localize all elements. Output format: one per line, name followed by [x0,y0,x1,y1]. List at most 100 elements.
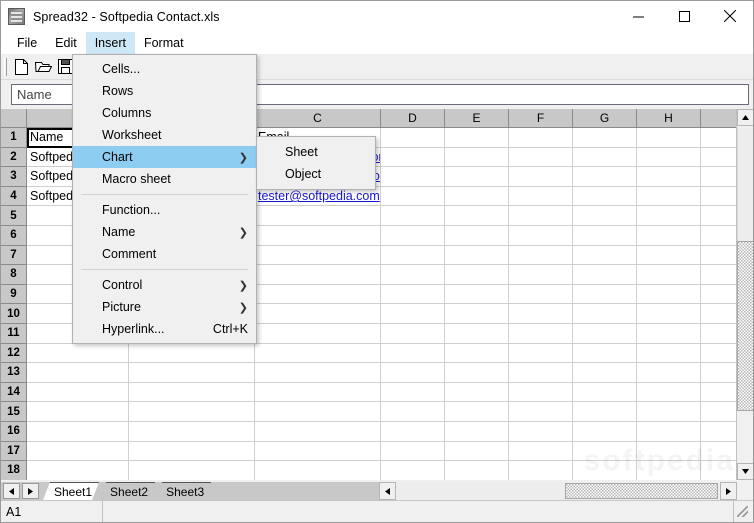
cell-H14[interactable] [637,382,701,403]
menu-item-macro-sheet[interactable]: Macro sheet [73,168,256,190]
cell-E17[interactable] [445,441,509,462]
vscroll-track[interactable] [737,127,753,241]
cell-G8[interactable] [573,265,637,285]
cell-G13[interactable] [573,363,637,383]
submenu-item-sheet[interactable]: Sheet [257,141,375,163]
scroll-left-icon[interactable] [379,482,396,500]
cell-E1[interactable] [445,128,509,148]
scroll-down-icon[interactable] [737,463,753,480]
cell-C5[interactable] [255,206,381,226]
cell-G18[interactable] [573,461,637,480]
cell-D6[interactable] [381,225,445,246]
cell-E3[interactable] [445,167,509,187]
cell-A12[interactable] [27,343,129,364]
close-icon[interactable] [707,1,753,31]
row-header-6[interactable]: 6 [1,225,27,246]
cell-A18[interactable] [27,461,129,480]
cell-G12[interactable] [573,343,637,364]
new-file-icon[interactable] [10,56,32,78]
menu-item-control[interactable]: Control ❯ [73,274,256,296]
cell-B13[interactable] [129,363,255,383]
menu-item-function[interactable]: Function... [73,199,256,221]
row-header-4[interactable]: 4 [1,186,27,207]
prev-sheet-icon[interactable] [3,483,20,499]
cell-H17[interactable] [637,441,701,462]
cell-A15[interactable] [27,402,129,422]
row-header-14[interactable]: 14 [1,382,27,403]
cell-D18[interactable] [381,461,445,480]
menu-item-picture[interactable]: Picture ❯ [73,296,256,318]
cell-E5[interactable] [445,206,509,226]
row-header-11[interactable]: 11 [1,323,27,344]
row-header-2[interactable]: 2 [1,147,27,168]
cell-D13[interactable] [381,363,445,383]
column-header-H[interactable]: H [637,109,701,128]
hscroll-track[interactable] [397,482,565,500]
menubar-item-edit[interactable]: Edit [46,32,86,54]
cell-F9[interactable] [509,284,573,305]
cell-A13[interactable] [27,363,129,383]
cell-D4[interactable] [381,186,445,207]
cell-E8[interactable] [445,265,509,285]
submenu-item-object[interactable]: Object [257,163,375,185]
cell-G4[interactable] [573,186,637,207]
cell-E16[interactable] [445,421,509,442]
column-header-G[interactable]: G [573,109,637,128]
cell-D7[interactable] [381,245,445,266]
scroll-up-icon[interactable] [737,109,753,126]
row-header-1[interactable]: 1 [1,128,27,148]
cell-F18[interactable] [509,461,573,480]
cell-E9[interactable] [445,284,509,305]
cell-F11[interactable] [509,323,573,344]
vertical-scrollbar[interactable] [736,109,753,480]
column-header-C[interactable]: C [255,109,381,128]
cell-D16[interactable] [381,421,445,442]
menu-item-chart[interactable]: Chart ❯ [73,146,256,168]
cell-F5[interactable] [509,206,573,226]
cell-D14[interactable] [381,382,445,403]
next-sheet-icon[interactable] [22,483,39,499]
cell-D5[interactable] [381,206,445,226]
cell-F16[interactable] [509,421,573,442]
cell-F4[interactable] [509,186,573,207]
cell-G3[interactable] [573,167,637,187]
row-header-7[interactable]: 7 [1,245,27,266]
minimize-icon[interactable] [615,1,661,31]
cell-A16[interactable] [27,421,129,442]
menu-item-name[interactable]: Name ❯ [73,221,256,243]
cell-H9[interactable] [637,284,701,305]
cell-F15[interactable] [509,402,573,422]
toolbar-grip[interactable] [4,57,7,76]
cell-H3[interactable] [637,167,701,187]
cell-E12[interactable] [445,343,509,364]
row-header-17[interactable]: 17 [1,441,27,462]
row-header-12[interactable]: 12 [1,343,27,364]
cell-H1[interactable] [637,128,701,148]
cell-H2[interactable] [637,147,701,168]
menubar-item-file[interactable]: File [8,32,46,54]
cell-E7[interactable] [445,245,509,266]
cell-E13[interactable] [445,363,509,383]
cell-C15[interactable] [255,402,381,422]
menubar-item-insert[interactable]: Insert [85,32,135,54]
cell-F6[interactable] [509,225,573,246]
horizontal-scrollbar[interactable] [379,482,737,500]
row-header-8[interactable]: 8 [1,265,27,285]
cell-D2[interactable] [381,147,445,168]
cell-D17[interactable] [381,441,445,462]
cell-C16[interactable] [255,421,381,442]
menu-item-worksheet[interactable]: Worksheet [73,124,256,146]
cell-B17[interactable] [129,441,255,462]
menubar-item-format[interactable]: Format [135,32,193,54]
cell-G17[interactable] [573,441,637,462]
cell-G15[interactable] [573,402,637,422]
cell-E15[interactable] [445,402,509,422]
cell-B12[interactable] [129,343,255,364]
cell-B14[interactable] [129,382,255,403]
sheet-tab-sheet1[interactable]: Sheet1 [43,482,99,500]
cell-F8[interactable] [509,265,573,285]
cell-C6[interactable] [255,225,381,246]
cell-F10[interactable] [509,304,573,324]
sheet-tab-sheet2[interactable]: Sheet2 [99,482,155,500]
column-header-D[interactable]: D [381,109,445,128]
